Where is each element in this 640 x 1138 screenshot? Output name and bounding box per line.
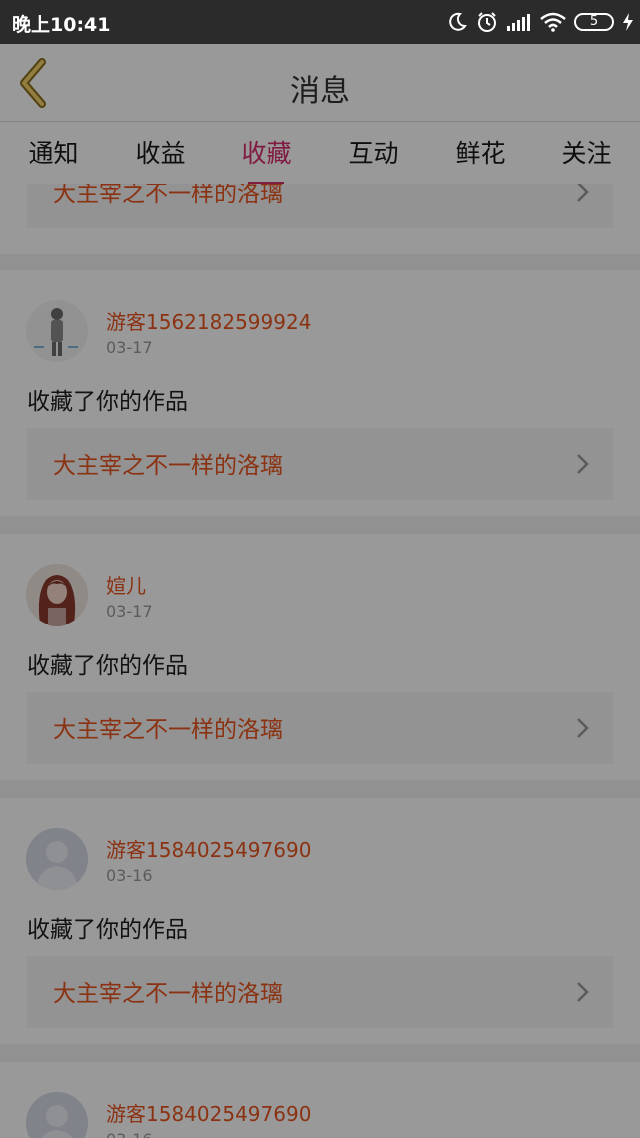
username[interactable]: 游客1584025497690 [106, 1098, 311, 1127]
battery-indicator: 5 [574, 13, 614, 31]
default-avatar[interactable] [26, 828, 88, 890]
work-link[interactable]: 大主宰之不一样的洛璃 [27, 692, 613, 764]
chevron-right-icon [577, 184, 589, 202]
chevron-right-icon [577, 454, 589, 474]
tab-notifications[interactable]: 通知 [0, 134, 107, 170]
message-feed[interactable]: 大主宰之不一样的洛璃 游客1562182599924 03-17 收藏了你的作品… [0, 184, 640, 1138]
work-title: 大主宰之不一样的洛璃 [53, 981, 283, 1007]
action-text: 收藏了你的作品 [27, 653, 188, 679]
status-bar: 晚上10:41 5 [0, 0, 640, 44]
girl-avatar[interactable] [26, 564, 88, 626]
list-item: 媗儿 03-17 收藏了你的作品 大主宰之不一样的洛璃 [0, 534, 640, 780]
list-item: 游客1562182599924 03-17 收藏了你的作品 大主宰之不一样的洛璃 [0, 270, 640, 516]
wifi-icon [540, 12, 566, 32]
figure-avatar-image [26, 300, 88, 362]
moon-icon [449, 12, 467, 31]
default-avatar[interactable] [26, 1092, 88, 1138]
work-link[interactable]: 大主宰之不一样的洛璃 [27, 428, 613, 500]
username[interactable]: 游客1584025497690 [106, 834, 311, 863]
tab-following[interactable]: 关注 [533, 134, 640, 170]
work-title: 大主宰之不一样的洛璃 [53, 184, 283, 207]
message-date: 03-16 [106, 866, 153, 885]
tab-interactions[interactable]: 互动 [320, 134, 427, 170]
tab-favorites-label: 收藏 [241, 139, 292, 168]
chevron-right-icon [577, 982, 589, 1002]
work-link[interactable]: 大主宰之不一样的洛璃 [27, 184, 613, 228]
action-text: 收藏了你的作品 [27, 917, 188, 943]
message-date: 03-16 [106, 1130, 153, 1138]
work-link[interactable]: 大主宰之不一样的洛璃 [27, 956, 613, 1028]
work-title: 大主宰之不一样的洛璃 [53, 453, 283, 479]
username[interactable]: 游客1562182599924 [106, 306, 311, 335]
action-text: 收藏了你的作品 [27, 389, 188, 415]
person-silhouette-icon [26, 1092, 88, 1138]
alarm-icon [478, 12, 496, 32]
status-time: 晚上10:41 [12, 14, 111, 36]
tab-earnings[interactable]: 收益 [107, 134, 214, 170]
girl-avatar-image [26, 564, 88, 626]
battery-level: 5 [589, 14, 599, 29]
chevron-right-icon [577, 718, 589, 738]
header: 消息 [0, 44, 640, 122]
tab-flowers[interactable]: 鲜花 [427, 134, 534, 170]
message-date: 03-17 [106, 602, 153, 621]
message-date: 03-17 [106, 338, 153, 357]
work-title: 大主宰之不一样的洛璃 [53, 717, 283, 743]
list-item: 游客1584025497690 03-16 收藏了你的作品 大主宰之不一样的洛璃 [0, 798, 640, 1044]
tab-bar: 通知 收益 收藏 互动 鲜花 关注 [0, 122, 640, 186]
list-item: 大主宰之不一样的洛璃 [0, 184, 640, 254]
charging-icon [623, 13, 633, 31]
status-icons: 5 [438, 8, 634, 36]
list-item: 游客1584025497690 03-16 [0, 1062, 640, 1138]
tab-favorites[interactable]: 收藏 [213, 134, 320, 186]
figure-avatar[interactable] [26, 300, 88, 362]
signal-icon [507, 14, 530, 31]
page-title: 消息 [290, 74, 350, 109]
username[interactable]: 媗儿 [106, 570, 146, 599]
person-silhouette-icon [26, 828, 88, 890]
